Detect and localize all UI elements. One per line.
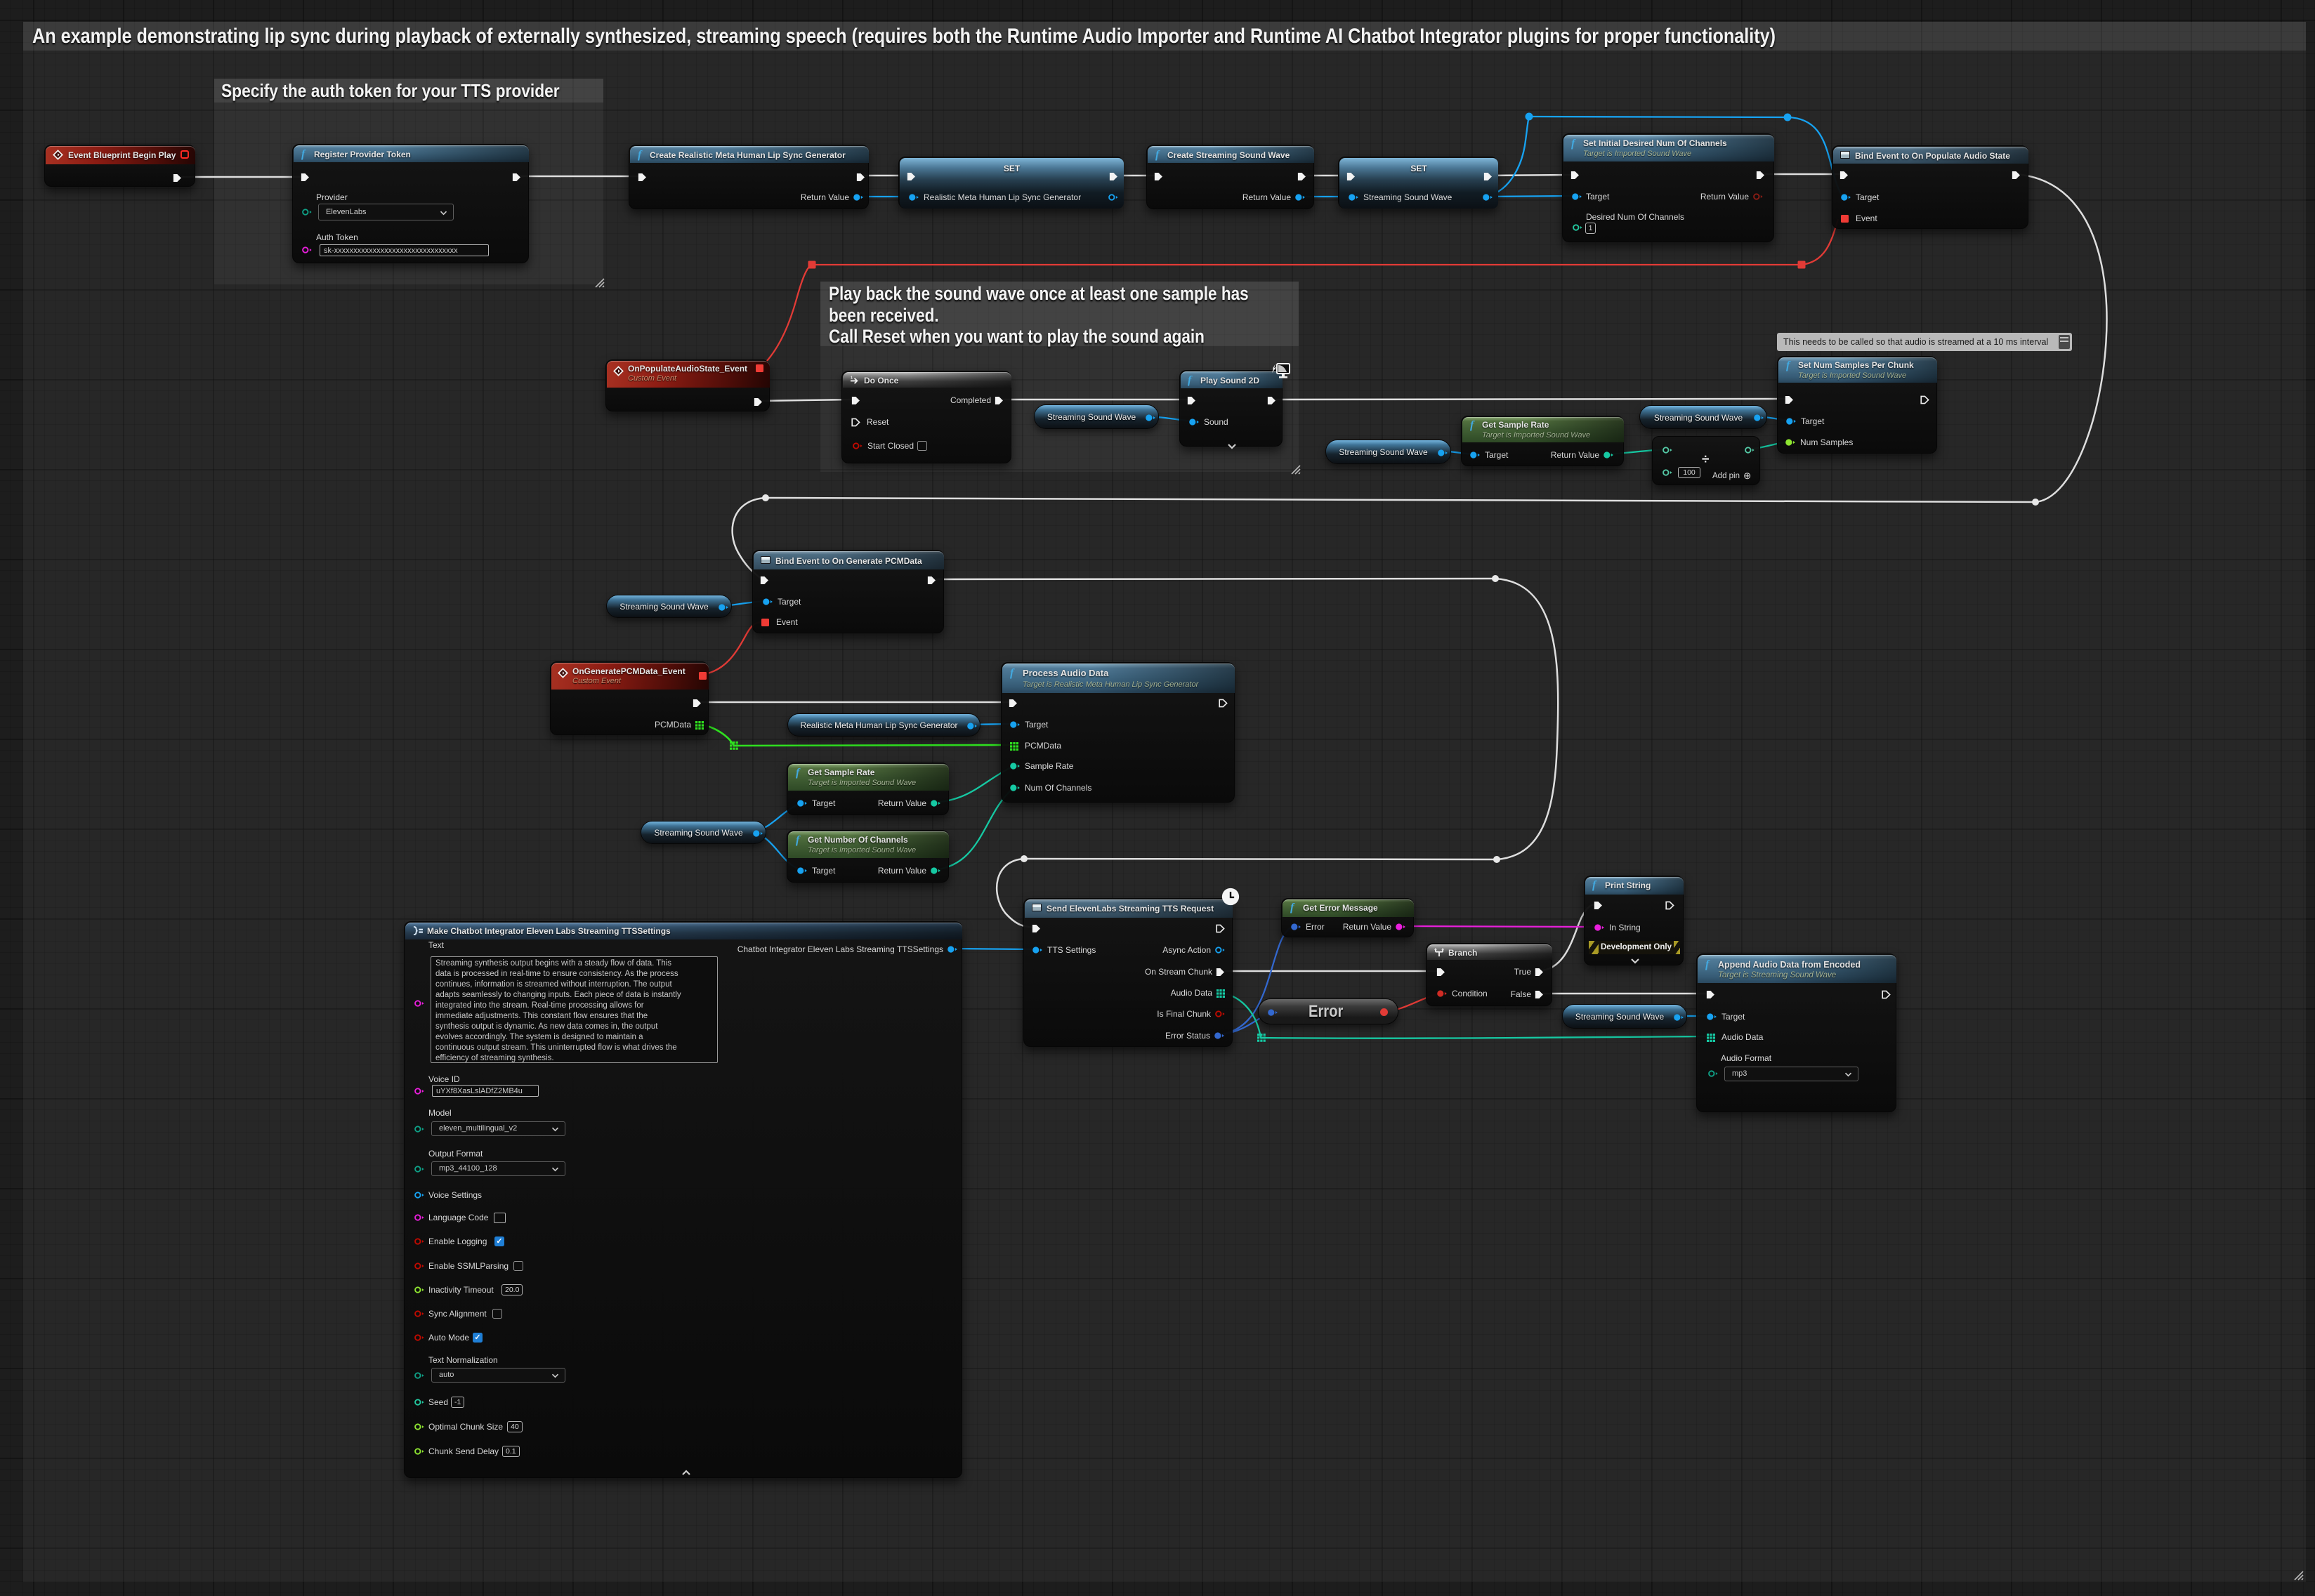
svg-text:1: 1 xyxy=(851,376,853,381)
